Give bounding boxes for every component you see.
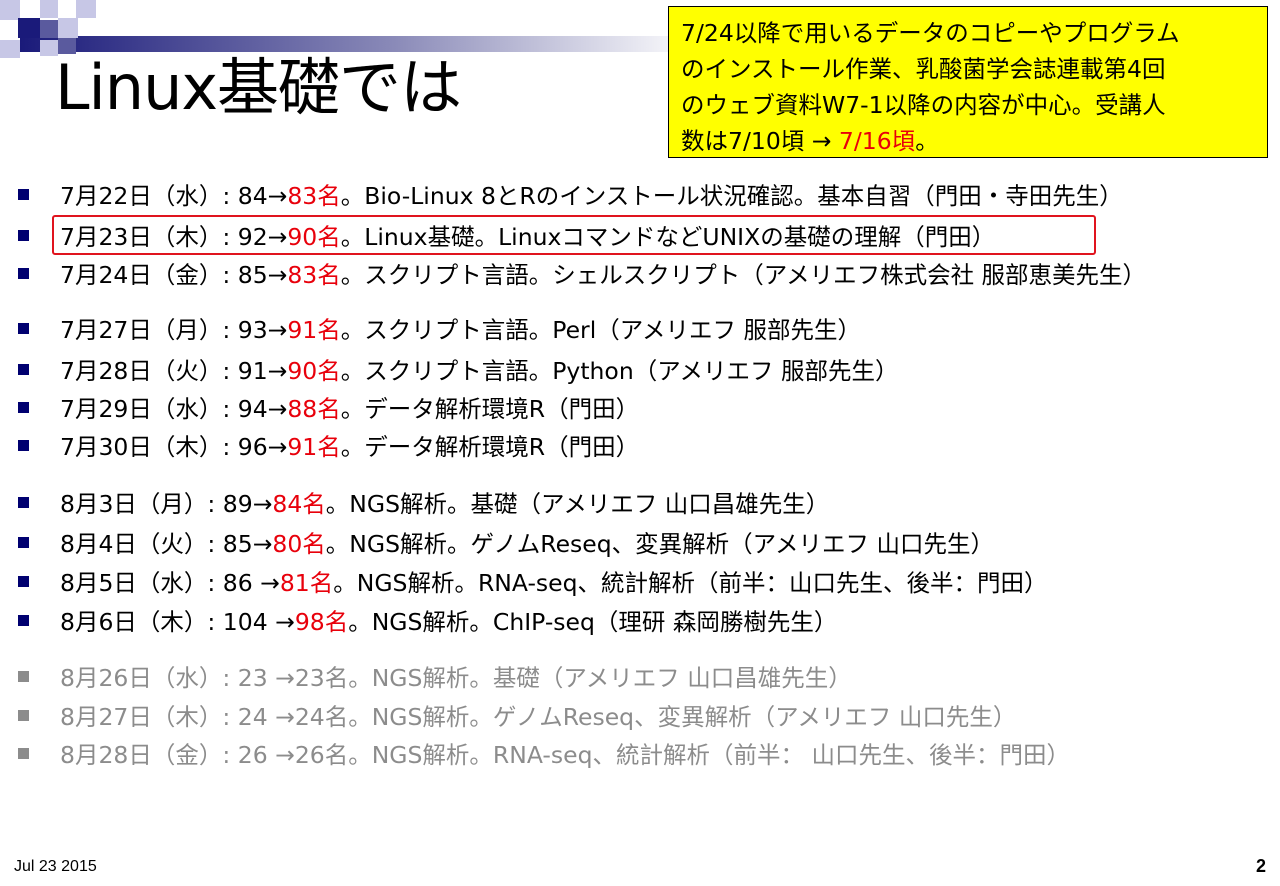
item-description: 。スクリプト言語。シェルスクリプト（アメリエフ株式会社 服部恵美先生） bbox=[340, 261, 1147, 289]
bullet-icon bbox=[18, 322, 29, 334]
list-item: 7月24日（金）: 85→ 83名 。スクリプト言語。シェルスクリプト（アメリエフ株… bbox=[18, 254, 1146, 292]
item-description: 。データ解析環境R（門田） bbox=[340, 395, 640, 423]
bullet-icon bbox=[18, 229, 29, 241]
item-count: 24名 bbox=[294, 703, 349, 731]
list-item: 8月26日（水）: 23 → 23名 。NGS解析。基礎（アメリエフ 山口昌雄先生） bbox=[18, 657, 852, 695]
bullet-icon bbox=[18, 439, 29, 451]
item-date: 7月24日（金）: 85→ bbox=[60, 261, 288, 289]
bullet-icon bbox=[18, 536, 29, 548]
bullet-icon bbox=[18, 188, 29, 200]
item-count: 91名 bbox=[287, 433, 341, 461]
item-count: 26名 bbox=[294, 741, 349, 769]
current-day-highlight-box bbox=[52, 215, 1096, 255]
list-item: 7月27日（月）: 93→ 91名 。スクリプト言語。Perl（アメリエフ 服部先生… bbox=[18, 309, 861, 347]
bullet-icon bbox=[18, 614, 29, 626]
item-count: 83名 bbox=[287, 261, 341, 289]
item-description: 。NGS解析。RNA-seq、統計解析（前半： 山口先生、後半：門田） bbox=[348, 741, 1070, 769]
item-description: 。NGS解析。ゲノムReseq、変異解析（アメリエフ 山口先生） bbox=[325, 530, 994, 558]
item-count: 23名 bbox=[294, 664, 349, 692]
item-date: 8月4日（火）: 85→ bbox=[60, 530, 273, 558]
item-count: 91名 bbox=[287, 316, 341, 344]
list-item: 8月3日（月）: 89→ 84名 。NGS解析。基礎（アメリエフ 山口昌雄先生） bbox=[18, 483, 829, 521]
item-description: 。NGS解析。ゲノムReseq、変異解析（アメリエフ 山口先生） bbox=[348, 703, 1017, 731]
item-description: 。NGS解析。RNA-seq、統計解析（前半：山口先生、後半：門田） bbox=[333, 569, 1048, 597]
item-description: 。スクリプト言語。Python（アメリエフ 服部先生） bbox=[340, 357, 899, 385]
item-count: 81名 bbox=[279, 569, 334, 597]
item-date: 8月28日（金）: 26 → bbox=[60, 741, 295, 769]
item-date: 7月28日（火）: 91→ bbox=[60, 357, 288, 385]
item-date: 8月5日（水）: 86 → bbox=[60, 569, 280, 597]
list-item: 7月22日（水）: 84→ 83名 。Bio-Linux 8とRのインストール状況確… bbox=[18, 175, 1123, 213]
page-number: 2 bbox=[1255, 856, 1266, 876]
bullet-icon bbox=[18, 267, 29, 279]
item-description: 。NGS解析。基礎（アメリエフ 山口昌雄先生） bbox=[325, 490, 830, 518]
item-date: 8月27日（木）: 24 → bbox=[60, 703, 295, 731]
item-count: 80名 bbox=[272, 530, 326, 558]
bullet-icon bbox=[18, 496, 29, 508]
item-date: 7月22日（水）: 84→ bbox=[60, 182, 288, 210]
list-item: 7月30日（木）: 96→ 91名 。データ解析環境R（門田） bbox=[18, 426, 639, 464]
bullet-icon bbox=[18, 709, 29, 721]
bullet-icon bbox=[18, 401, 29, 413]
list-item: 8月28日（金）: 26 → 26名 。NGS解析。RNA-seq、統計解析（前半：… bbox=[18, 734, 1070, 772]
list-item: 7月28日（火）: 91→ 90名 。スクリプト言語。Python（アメリエフ 服部… bbox=[18, 350, 899, 388]
item-description: 。NGS解析。基礎（アメリエフ 山口昌雄先生） bbox=[348, 664, 852, 692]
item-description: 。スクリプト言語。Perl（アメリエフ 服部先生） bbox=[340, 316, 862, 344]
list-item: 7月29日（水）: 94→ 88名 。データ解析環境R（門田） bbox=[18, 388, 639, 426]
item-date: 7月29日（水）: 94→ bbox=[60, 395, 288, 423]
item-date: 8月3日（月）: 89→ bbox=[60, 490, 273, 518]
list-item: 8月6日（木）: 104 → 98名 。NGS解析。ChIP-seq（理研 森岡勝樹… bbox=[18, 601, 837, 639]
item-count: 84名 bbox=[272, 490, 326, 518]
schedule-list: 7月22日（水）: 84→ 83名 。Bio-Linux 8とRのインストール状況確… bbox=[0, 0, 1280, 800]
list-item: 8月27日（木）: 24 → 24名 。NGS解析。ゲノムReseq、変異解析（アメ… bbox=[18, 696, 1016, 734]
list-item: 8月4日（火）: 85→ 80名 。NGS解析。ゲノムReseq、変異解析（アメリエ… bbox=[18, 523, 994, 561]
bullet-icon bbox=[18, 363, 29, 375]
item-description: 。NGS解析。ChIP-seq（理研 森岡勝樹先生） bbox=[348, 608, 838, 636]
bullet-icon bbox=[18, 747, 29, 759]
item-count: 98名 bbox=[294, 608, 349, 636]
bullet-icon bbox=[18, 670, 29, 682]
item-count: 90名 bbox=[287, 357, 341, 385]
item-date: 7月30日（木）: 96→ bbox=[60, 433, 288, 461]
item-description: 。Bio-Linux 8とRのインストール状況確認。基本自習（門田・寺田先生） bbox=[340, 182, 1123, 210]
item-date: 7月27日（月）: 93→ bbox=[60, 316, 288, 344]
item-count: 88名 bbox=[287, 395, 341, 423]
list-item: 8月5日（水）: 86 → 81名 。NGS解析。RNA-seq、統計解析（前半：山… bbox=[18, 562, 1048, 600]
item-description: 。データ解析環境R（門田） bbox=[340, 433, 640, 461]
item-count: 83名 bbox=[287, 182, 341, 210]
item-date: 8月6日（木）: 104 → bbox=[60, 608, 295, 636]
item-date: 8月26日（水）: 23 → bbox=[60, 664, 295, 692]
bullet-icon bbox=[18, 575, 29, 587]
footer-date: Jul 23 2015 bbox=[14, 858, 97, 875]
